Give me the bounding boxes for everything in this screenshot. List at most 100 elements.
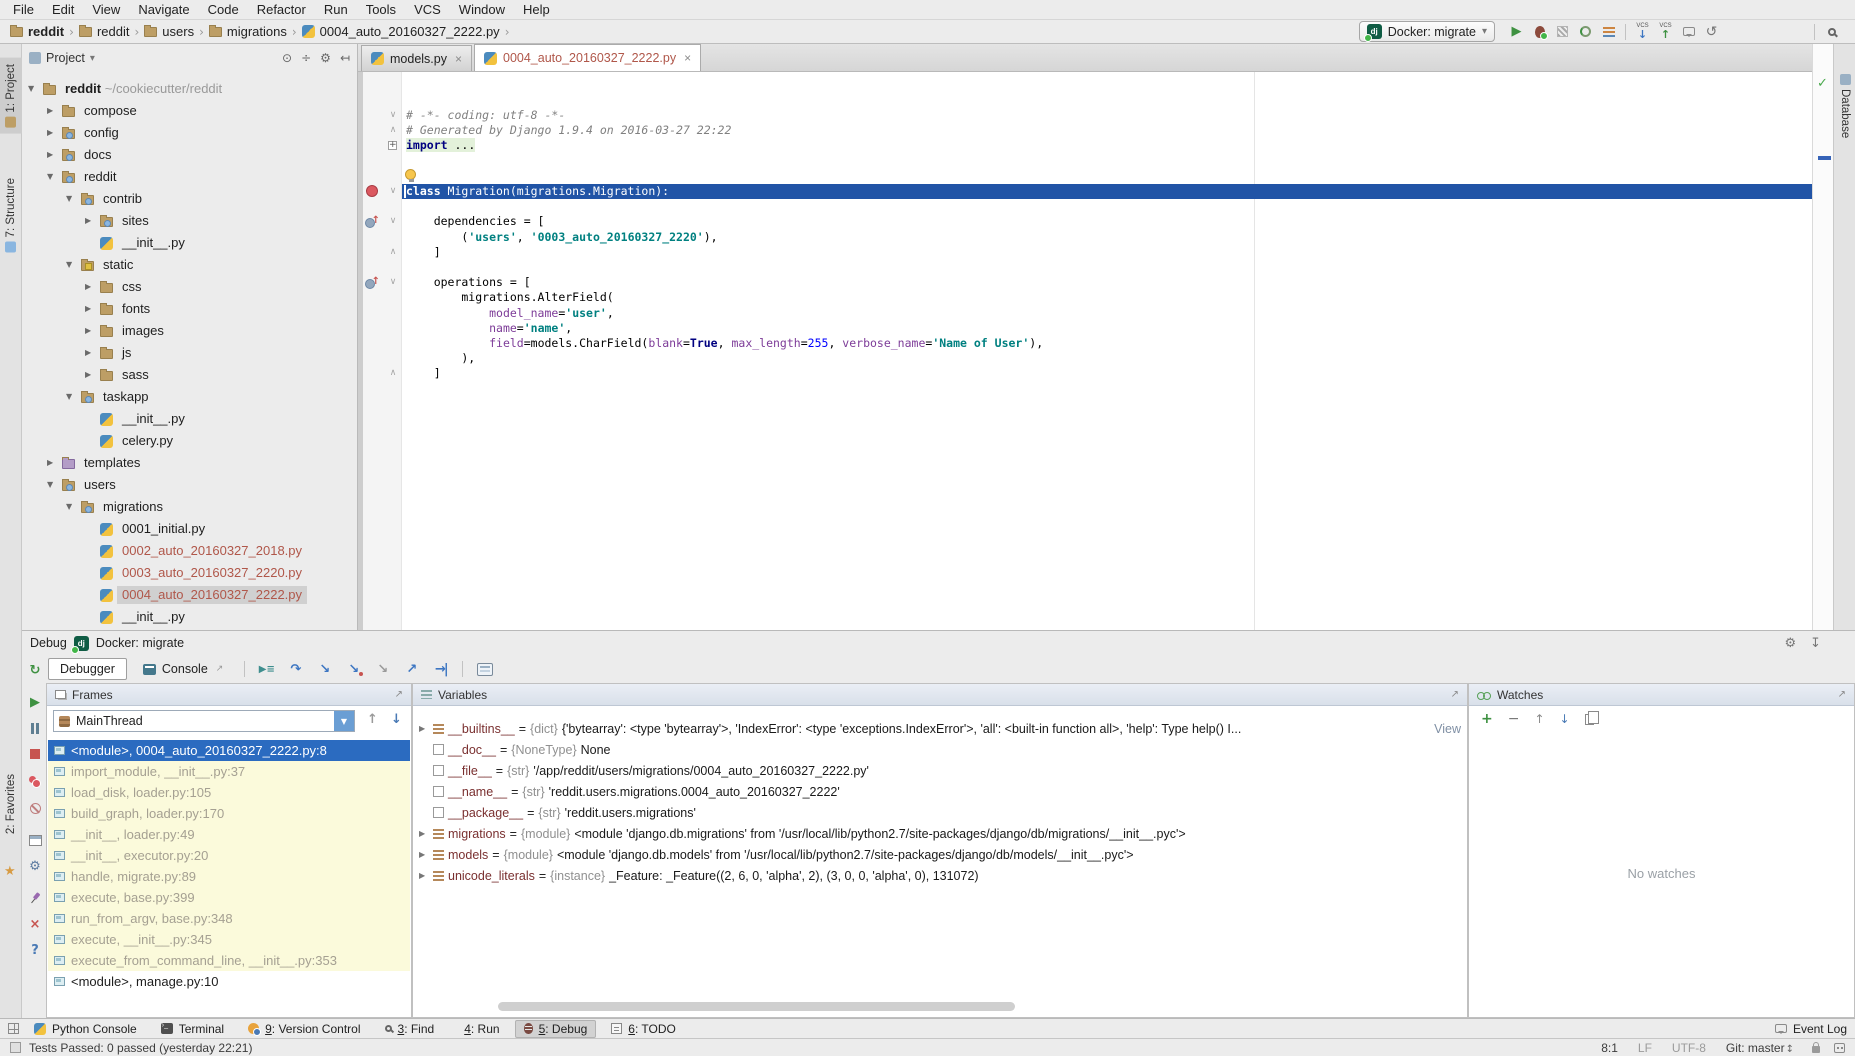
menu-help[interactable]: Help <box>514 1 559 18</box>
previous-frame-button[interactable]: ↑ <box>367 712 378 727</box>
code-line[interactable]: field=models.CharField(blank=True, max_l… <box>402 336 1812 351</box>
restore-layout-button[interactable] <box>24 829 46 851</box>
execution-line-stripe-mark[interactable] <box>1818 156 1831 160</box>
toolwindow-button-todo[interactable]: 6: TODO <box>602 1020 685 1038</box>
toolwindow-button-debug[interactable]: 5: Debug <box>515 1020 597 1038</box>
search-everywhere-button[interactable] <box>1820 21 1843 43</box>
copy-watch-button[interactable] <box>1585 714 1594 725</box>
breadcrumb-item[interactable]: users <box>144 24 194 39</box>
sidebar-tab-favorites[interactable]: 2: Favorites <box>0 768 22 840</box>
menu-file[interactable]: File <box>4 1 43 18</box>
variable-row[interactable]: ▶__builtins__ = {dict}{'bytearray': <typ… <box>413 718 1467 739</box>
sidebar-tab-project[interactable]: 1: Project <box>0 58 22 134</box>
hide-panel-icon[interactable]: ↤ <box>340 51 350 65</box>
editor-tab[interactable]: models.py× <box>361 45 472 71</box>
variable-row[interactable]: ▶migrations = {module}<module 'django.db… <box>413 823 1467 844</box>
tab-debugger[interactable]: Debugger <box>48 658 127 680</box>
stack-frame[interactable]: execute_from_command_line, __init__.py:3… <box>48 950 410 971</box>
fold-start-icon[interactable]: ∨ <box>387 108 399 123</box>
tree-item[interactable]: 0001_initial.py <box>22 518 357 540</box>
pause-button[interactable] <box>24 717 46 739</box>
menu-edit[interactable]: Edit <box>43 1 83 18</box>
variable-row[interactable]: __package__ = {str}'reddit.users.migrati… <box>413 802 1467 823</box>
toolwindow-button-python-console[interactable]: Python Console <box>25 1020 146 1038</box>
tree-collapsed-icon[interactable]: ▶ <box>85 326 91 335</box>
tree-item[interactable]: ▶templates <box>22 452 357 474</box>
gear-icon[interactable]: ⚙ <box>320 51 331 65</box>
tree-item[interactable]: ▶sites <box>22 210 357 232</box>
toolwindow-button-terminal[interactable]: Terminal <box>152 1020 233 1038</box>
thread-selector[interactable]: MainThread ▼ <box>53 710 355 732</box>
code-line[interactable] <box>402 154 1812 169</box>
menu-window[interactable]: Window <box>450 1 514 18</box>
intention-bulb-icon[interactable] <box>405 169 416 180</box>
fold-end-icon[interactable]: ∧ <box>387 366 399 381</box>
toolwindow-button-run[interactable]: 4: Run <box>449 1020 508 1038</box>
variable-row[interactable]: ▶unicode_literals = {instance}_Feature: … <box>413 865 1467 886</box>
evaluate-expression-button[interactable] <box>472 658 497 680</box>
hide-toolwindow-icon[interactable]: ↧ <box>1810 636 1821 651</box>
help-button[interactable]: ? <box>24 939 46 961</box>
code-line[interactable]: ∨# -*- coding: utf-8 -*- <box>402 108 1812 123</box>
stop-button[interactable] <box>24 743 46 765</box>
float-icon[interactable]: ↗ <box>395 689 403 700</box>
code-line[interactable]: migrations.AlterField( <box>402 290 1812 305</box>
sidebar-tab-database[interactable]: Database <box>1834 68 1855 144</box>
breakpoint-icon[interactable] <box>366 185 378 197</box>
override-marker-icon[interactable] <box>365 276 379 289</box>
code-line[interactable]: ∨ operations = [ <box>402 275 1812 290</box>
override-marker-icon[interactable] <box>365 215 379 228</box>
code-line[interactable]: ), <box>402 351 1812 366</box>
toolwindow-switcher-icon[interactable] <box>8 1023 19 1034</box>
tree-collapsed-icon[interactable]: ▶ <box>85 304 91 313</box>
tree-expanded-icon[interactable]: ▼ <box>47 172 53 181</box>
menu-vcs[interactable]: VCS <box>405 1 450 18</box>
menu-navigate[interactable]: Navigate <box>129 1 198 18</box>
stack-frame[interactable]: handle, migrate.py:89 <box>48 866 410 887</box>
vcs-update-button[interactable]: VCS↓ <box>1631 21 1654 43</box>
tree-item[interactable]: ▼migrations <box>22 496 357 518</box>
step-out-button[interactable]: ↗ <box>399 658 424 680</box>
stack-frame[interactable]: __init__, executor.py:20 <box>48 845 410 866</box>
fold-end-icon[interactable]: ∧ <box>387 245 399 260</box>
remove-watch-button[interactable]: − <box>1508 711 1520 727</box>
fold-start-icon[interactable]: ∨ <box>387 214 399 229</box>
run-config-select[interactable]: dj Docker: migrate ▾ <box>1359 21 1495 42</box>
tree-expanded-icon[interactable]: ▼ <box>66 194 72 203</box>
tree-item[interactable]: ▶js <box>22 342 357 364</box>
tree-item[interactable]: ▼reddit <box>22 166 357 188</box>
tree-item[interactable]: ▶docs <box>22 144 357 166</box>
step-into-my-code-button[interactable]: ↘ <box>341 658 366 680</box>
close-session-button[interactable]: × <box>24 913 46 935</box>
readonly-lock-icon[interactable] <box>1812 1046 1820 1053</box>
view-link[interactable]: View <box>1426 722 1461 736</box>
tree-collapsed-icon[interactable]: ▶ <box>47 106 53 115</box>
next-frame-button[interactable]: ↓ <box>391 712 402 727</box>
menu-view[interactable]: View <box>83 1 129 18</box>
fold-expand-icon[interactable]: + <box>388 141 397 150</box>
pin-tab-button[interactable] <box>24 887 46 909</box>
status-utf-8[interactable]: UTF-8 <box>1672 1041 1706 1055</box>
tree-collapsed-icon[interactable]: ▶ <box>47 150 53 159</box>
mute-breakpoints-button[interactable] <box>24 797 46 819</box>
stack-frame[interactable]: run_from_argv, base.py:348 <box>48 908 410 929</box>
run-button[interactable]: ▶ <box>1505 21 1528 43</box>
float-icon[interactable]: ↗ <box>1451 689 1459 700</box>
breadcrumb-item[interactable]: reddit <box>79 24 130 39</box>
tree-item[interactable]: 0004_auto_20160327_2222.py <box>22 584 357 606</box>
stack-frame[interactable]: import_module, __init__.py:37 <box>48 761 410 782</box>
project-view-selector[interactable]: Project ▾ <box>29 51 95 65</box>
code-line[interactable]: ∨class Migration(migrations.Migration): <box>402 184 1812 199</box>
fold-end-icon[interactable]: ∧ <box>387 123 399 138</box>
stack-frame[interactable]: build_graph, loader.py:170 <box>48 803 410 824</box>
tree-item[interactable]: ▼taskapp <box>22 386 357 408</box>
toolwindow-button-version-control[interactable]: 9: Version Control <box>239 1020 369 1038</box>
code-line[interactable]: name='name', <box>402 321 1812 336</box>
profiler-button[interactable] <box>1574 21 1597 43</box>
code-line[interactable]: ∧# Generated by Django 1.9.4 on 2016-03-… <box>402 123 1812 138</box>
tree-item[interactable]: __init__.py <box>22 232 357 254</box>
expand-arrow-icon[interactable]: ▶ <box>419 871 429 880</box>
tree-collapsed-icon[interactable]: ▶ <box>85 348 91 357</box>
horizontal-scrollbar[interactable] <box>498 1002 1015 1011</box>
menu-refactor[interactable]: Refactor <box>248 1 315 18</box>
